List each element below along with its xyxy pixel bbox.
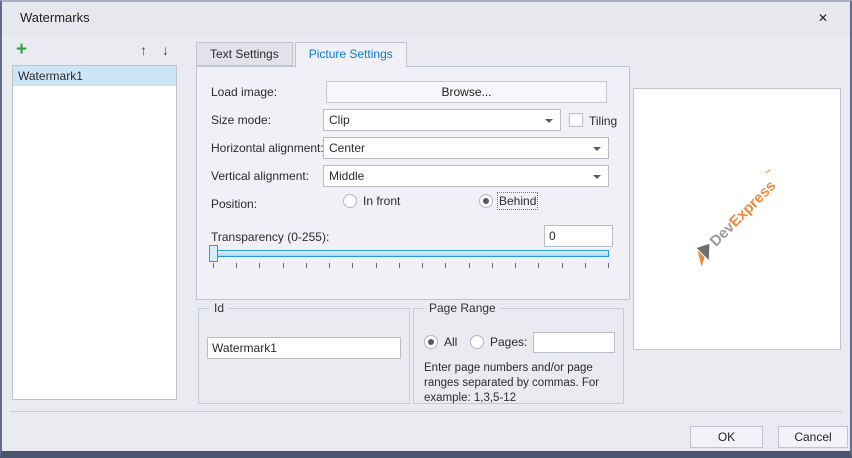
chevron-down-icon (545, 119, 553, 123)
page-range-all-radio[interactable]: All (424, 335, 457, 349)
transparency-input[interactable]: 0 (544, 225, 613, 247)
id-input[interactable]: Watermark1 (207, 337, 401, 359)
browse-button[interactable]: Browse... (326, 81, 607, 103)
cancel-button[interactable]: Cancel (778, 426, 848, 448)
position-behind-radio[interactable]: Behind (479, 192, 539, 210)
watermark-preview: Dev Express ™ (633, 88, 841, 350)
chevron-down-icon (593, 147, 601, 151)
size-mode-label: Size mode: (211, 113, 272, 127)
vertical-alignment-value: Middle (329, 169, 365, 183)
page-range-groupbox: Page Range All Pages: Enter page numbers… (413, 301, 624, 404)
footer-separator (10, 411, 842, 412)
tab-picture-settings[interactable]: Picture Settings (294, 42, 407, 67)
watermarks-dialog: Watermarks ✕ + ↑ ↓ Watermark1 Text Setti… (0, 0, 852, 458)
page-range-all-label: All (444, 335, 458, 349)
page-range-help-text: Enter page numbers and/or page ranges se… (424, 362, 600, 404)
logo-text-express: Express (725, 176, 780, 231)
list-item[interactable]: Watermark1 (13, 66, 176, 86)
size-mode-dropdown[interactable]: Clip (323, 109, 561, 131)
ok-button[interactable]: OK (690, 426, 763, 448)
transparency-slider-track[interactable] (211, 250, 609, 257)
picture-settings-panel: Load image: Browse... Size mode: Clip Ti… (196, 66, 630, 300)
transparency-label: Transparency (0-255): (211, 230, 330, 244)
tab-text-settings[interactable]: Text Settings (196, 42, 293, 66)
horizontal-alignment-label: Horizontal alignment: (211, 141, 324, 155)
page-range-pages-radio[interactable]: Pages: (470, 335, 527, 349)
settings-tabs: Text Settings Picture Settings (196, 42, 407, 67)
id-group-title: Id (209, 301, 230, 315)
vertical-alignment-dropdown[interactable]: Middle (323, 165, 609, 187)
horizontal-alignment-value: Center (329, 141, 366, 155)
transparency-slider-thumb[interactable] (209, 245, 218, 262)
watermark-list: Watermark1 (12, 65, 177, 400)
position-label: Position: (211, 197, 258, 211)
horizontal-alignment-dropdown[interactable]: Center (323, 137, 609, 159)
devexpress-watermark: Dev Express ™ (686, 168, 788, 270)
page-range-pages-label: Pages: (490, 335, 528, 349)
move-down-button[interactable]: ↓ (162, 42, 169, 58)
watermark-list-toolbar: + ↑ ↓ (12, 38, 177, 64)
position-infront-radio[interactable]: In front (343, 194, 400, 208)
move-up-button[interactable]: ↑ (140, 42, 147, 58)
radio-icon (479, 194, 493, 208)
radio-icon (424, 335, 438, 349)
chevron-down-icon (593, 175, 601, 179)
dialog-title: Watermarks (20, 10, 90, 25)
position-behind-label: Behind (496, 192, 539, 210)
radio-icon (343, 194, 357, 208)
size-mode-value: Clip (329, 113, 350, 127)
tiling-checkbox[interactable] (569, 113, 583, 127)
position-infront-label: In front (363, 194, 401, 208)
id-groupbox: Id Watermark1 (198, 301, 410, 404)
title-bar: Watermarks ✕ (2, 2, 850, 36)
radio-icon (470, 335, 484, 349)
transparency-slider-ticks (213, 263, 609, 269)
pages-input[interactable] (533, 332, 615, 353)
load-image-label: Load image: (211, 85, 278, 99)
close-icon[interactable]: ✕ (814, 9, 832, 27)
tiling-label: Tiling (589, 114, 618, 128)
add-watermark-button[interactable]: + (16, 39, 27, 61)
vertical-alignment-label: Vertical alignment: (211, 169, 310, 183)
page-range-group-title: Page Range (424, 301, 501, 315)
